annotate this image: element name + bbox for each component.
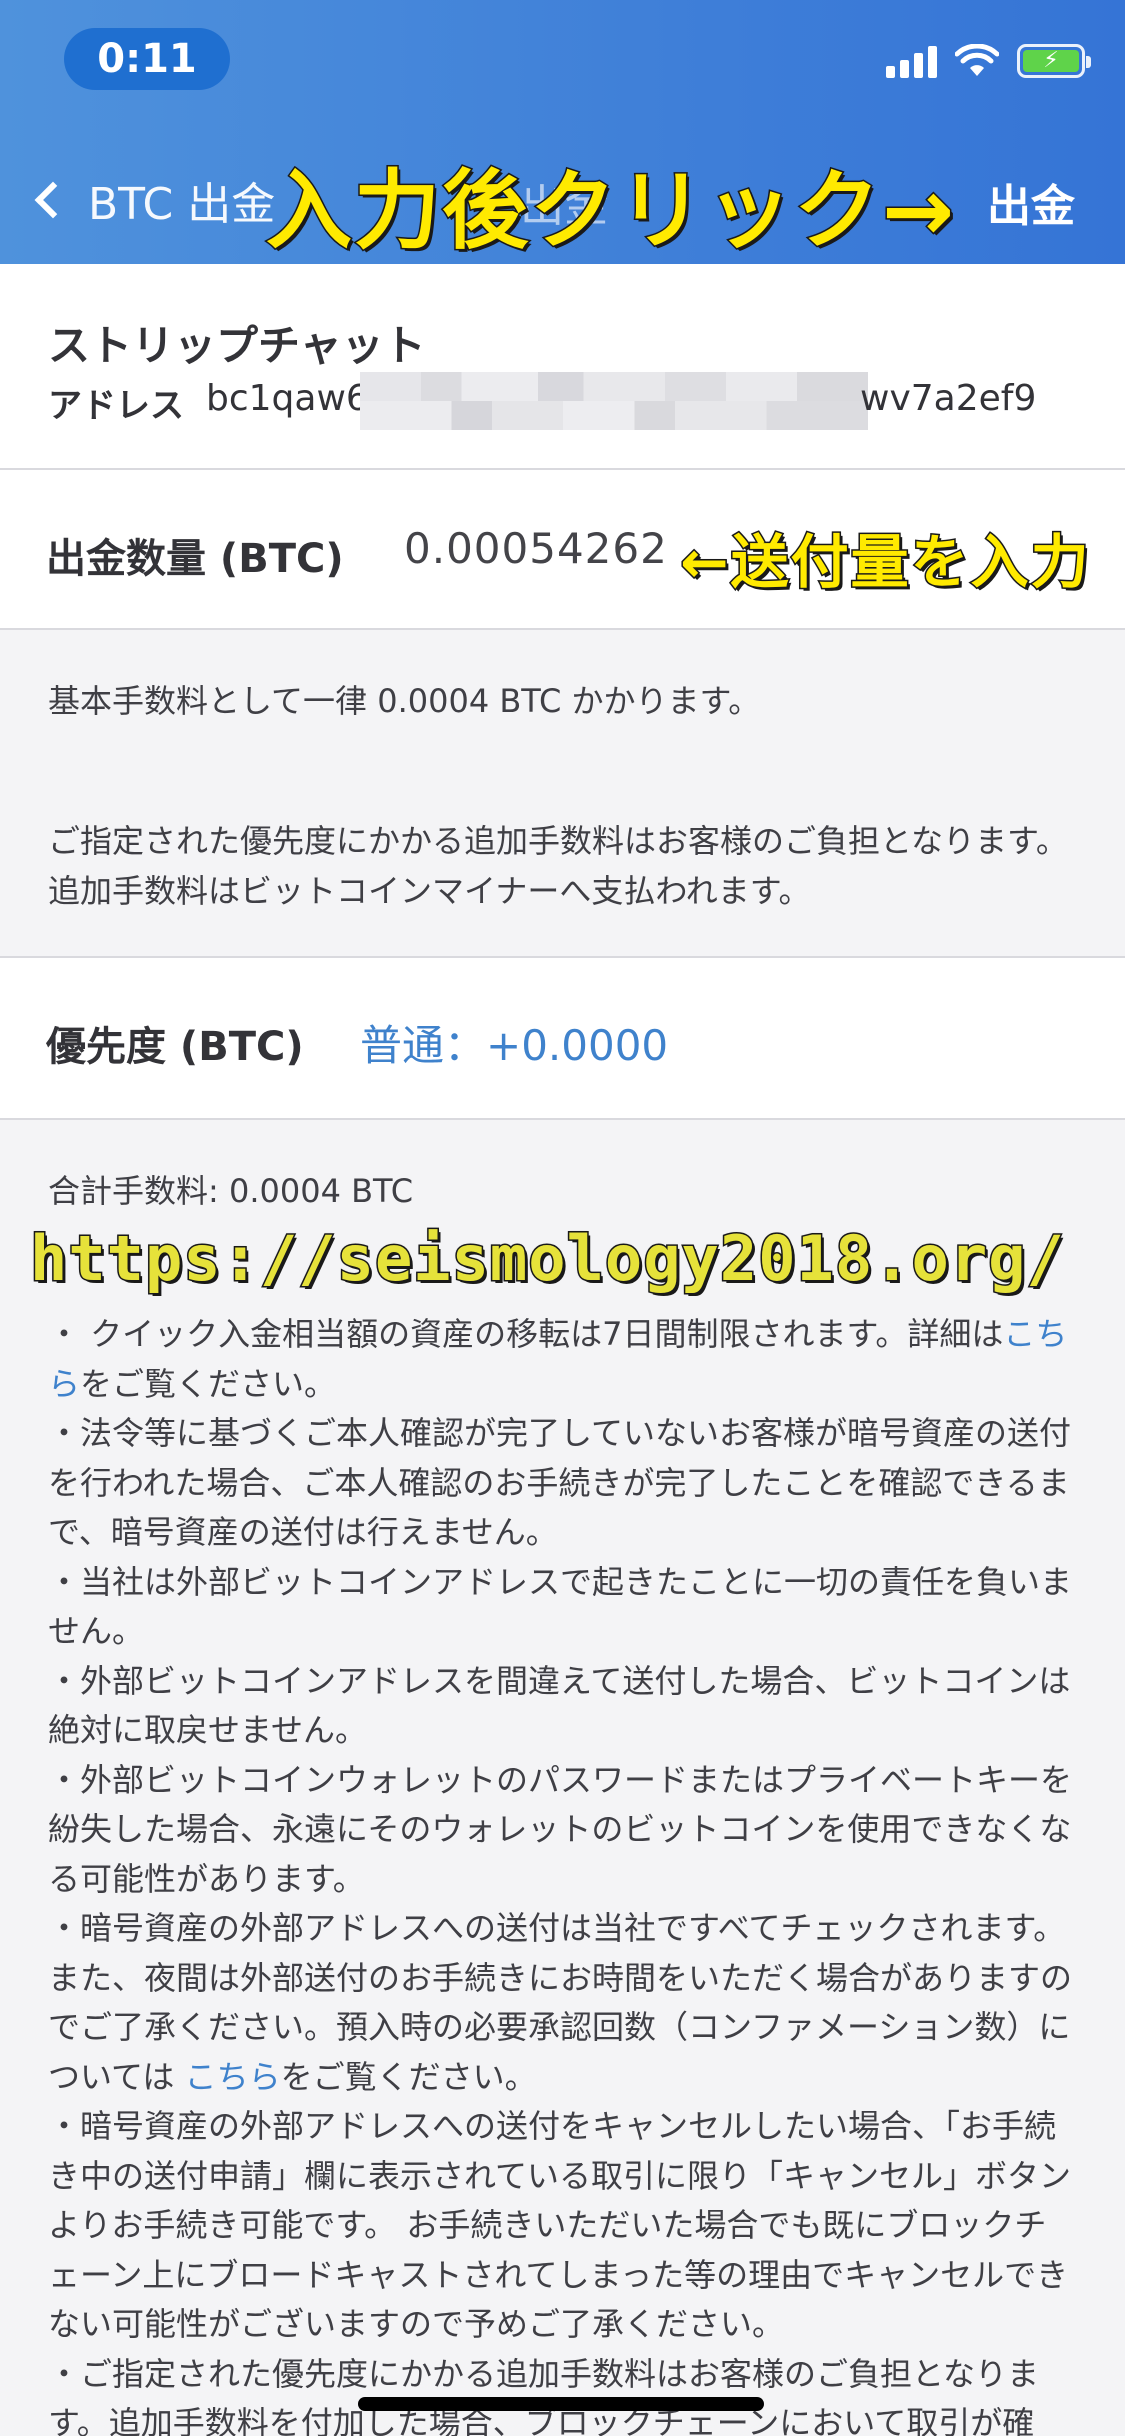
notice-item: ・当社は外部ビットコインアドレスで起きたことに一切の責任を負いません。	[48, 1562, 1073, 1651]
annotation-url: https://seismology2018.org/	[29, 1221, 1066, 1297]
notice-item: ・法令等に基づくご本人確認が完了していないお客様が暗号資産の送付を行われた場合、…	[48, 1414, 1072, 1551]
notice-item: ・ クイック入金相当額の資産の移転は7日間制限されます。詳細はこちらをご覧くださ…	[48, 1315, 1068, 1403]
fee-note-additional: ご指定された優先度にかかる追加手数料はお客様のご負担となります。追加手数料はビッ…	[48, 822, 1068, 910]
back-button[interactable]: BTC 出金	[26, 168, 275, 232]
annotation-enter-amount: ←送付量を入力	[679, 527, 1091, 598]
divider	[0, 468, 1125, 470]
notice-item: ・外部ビットコインウォレットのパスワードまたはプライベートキーを紛失した場合、永…	[48, 1760, 1073, 1898]
address-redacted-mosaic	[360, 372, 868, 430]
total-fee: 合計手数料: 0.0004 BTC	[48, 1172, 414, 1210]
notice-item: ・ご指定された優先度にかかる追加手数料はお客様のご負担となります。追加手数料を付…	[48, 2354, 1040, 2436]
notice-item: ・暗号資産の外部アドレスへの送付をキャンセルしたい場合、「お手続き中の送付申請」…	[48, 2107, 1072, 2343]
notice-item: ・外部ビットコインアドレスを間違えて送付した場合、ビットコインは絶対に取戻せませ…	[48, 1661, 1071, 1750]
chevron-left-icon	[34, 181, 72, 219]
annotation-click-after-input: 入力後クリック→	[264, 160, 957, 263]
fee-note-base: 基本手数料として一律 0.0004 BTC かかります。	[48, 682, 761, 720]
submit-button[interactable]: 出金	[987, 170, 1075, 234]
back-label: BTC 出金	[88, 179, 276, 230]
divider	[0, 956, 1125, 958]
recipient-name: ストリップチャット	[48, 321, 426, 370]
status-time: 0:11	[64, 28, 230, 90]
wifi-icon	[955, 44, 999, 76]
address-label: アドレス	[48, 386, 184, 426]
priority-selector[interactable]: 普通：+0.0000	[360, 1012, 668, 1073]
notices-list: ・ クイック入金相当額の資産の移転は7日間制限されます。詳細はこちらをご覧くださ…	[48, 1310, 1078, 2436]
address-suffix: wv7a2ef9	[860, 378, 1037, 419]
confirmations-link[interactable]: こちら	[185, 2058, 281, 2096]
signal-icon	[886, 44, 937, 78]
amount-input[interactable]: 0.00054262	[404, 524, 668, 573]
priority-label: 優先度 (BTC)	[46, 1024, 304, 1070]
amount-label: 出金数量 (BTC)	[46, 536, 344, 582]
home-indicator[interactable]	[358, 2397, 764, 2411]
notice-item: ・暗号資産の外部アドレスへの送付は当社ですべてチェックされます。また、夜間は外部…	[48, 1909, 1073, 2096]
status-icons: ⚡	[886, 44, 1091, 78]
battery-charging-icon: ⚡	[1017, 44, 1091, 78]
